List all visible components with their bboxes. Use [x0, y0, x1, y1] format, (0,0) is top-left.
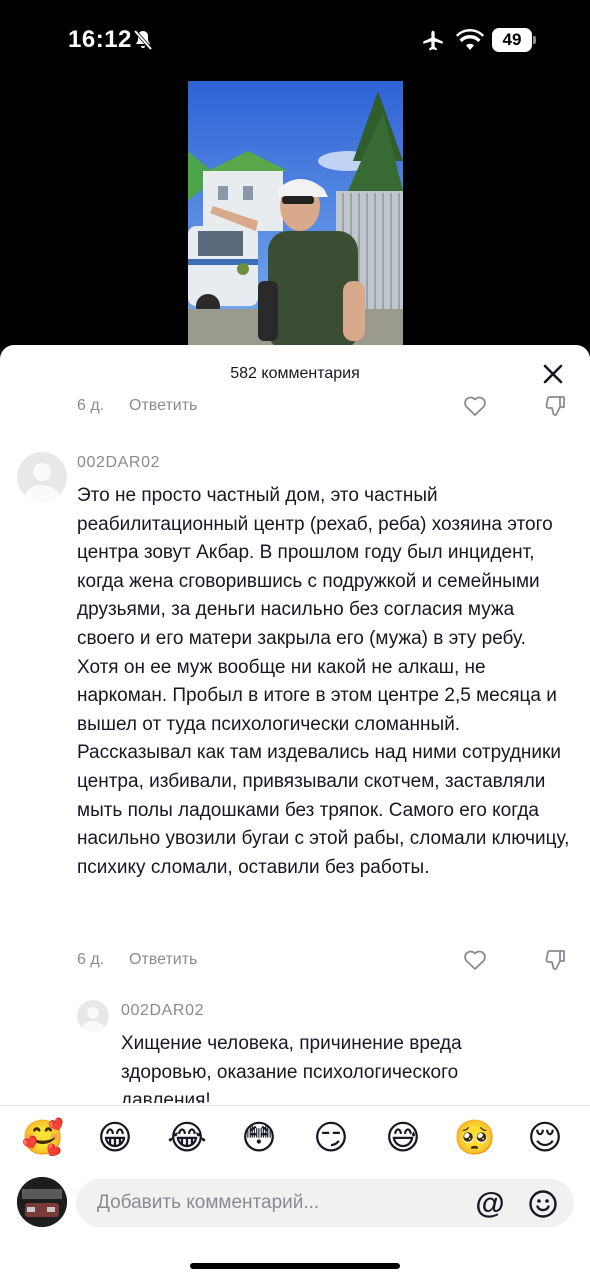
mention-icon[interactable]: @ [474, 1189, 506, 1221]
video-scene [188, 81, 403, 351]
comment-list[interactable]: 6 д. Ответить 002DAR02 Это не просто час… [0, 393, 590, 1103]
reply-button[interactable]: Ответить [129, 951, 197, 969]
heart-icon[interactable] [462, 393, 488, 419]
emoji-button[interactable]: 🥺 [452, 1115, 498, 1161]
comment-item: 002DAR02 Это не просто частный дом, это … [0, 449, 590, 989]
emoji-button[interactable]: 😏 [308, 1115, 354, 1161]
default-avatar-icon [25, 463, 59, 502]
video-thumbnail[interactable] [188, 81, 403, 351]
status-time: 16:12 [68, 26, 132, 53]
airplane-icon [423, 30, 443, 51]
comment-count-title: 582 комментария [230, 365, 360, 382]
divider [0, 1105, 590, 1106]
comment-username[interactable]: 002DAR02 [77, 454, 160, 472]
emoji-button[interactable]: 😅 [380, 1115, 426, 1161]
home-indicator [190, 1263, 400, 1269]
smiley-icon[interactable] [528, 1189, 558, 1219]
emoji-button[interactable]: 😁 [92, 1115, 138, 1161]
comment-date: 6 д. [77, 951, 105, 968]
user-avatar[interactable] [77, 1000, 109, 1032]
comment-text: Это не просто частный дом, это частный р… [77, 485, 570, 878]
my-avatar[interactable] [17, 1177, 67, 1227]
battery-level: 49 [492, 28, 532, 52]
emoji-button[interactable]: 🥰 [20, 1115, 66, 1161]
comment-username[interactable]: 002DAR02 [121, 1002, 204, 1020]
status-bar: 16:12 49 [0, 0, 590, 80]
default-avatar-icon [82, 1007, 104, 1032]
close-icon[interactable] [538, 359, 568, 389]
wifi-icon [456, 29, 484, 50]
comment-text: Хищение человека, причинение вреда здоро… [121, 1033, 462, 1103]
reply-button[interactable]: Ответить [129, 397, 197, 415]
comment-sheet: 582 комментария 6 д. Ответить 002DAR02 Э… [0, 345, 590, 1280]
dislike-icon[interactable] [543, 947, 569, 973]
comment-compose: @ [0, 1175, 590, 1235]
emoji-button[interactable]: 😌 [522, 1115, 568, 1161]
user-avatar[interactable] [17, 452, 67, 502]
emoji-quick-bar: 🥰 😁 😂 😳 😏 😅 🥺 😌 [0, 1115, 590, 1165]
battery-tip [533, 36, 536, 44]
reply-item: 002DAR02 Хищение человека, причинение вр… [0, 997, 590, 1103]
mute-icon [133, 29, 153, 51]
dislike-icon[interactable] [543, 393, 569, 419]
emoji-button[interactable]: 😳 [236, 1115, 282, 1161]
comment-meta: 6 д. Ответить [77, 395, 577, 419]
my-avatar-image [17, 1177, 67, 1227]
battery-icon: 49 [492, 28, 536, 52]
comment-meta: 6 д. Ответить [77, 949, 577, 973]
comment-date: 6 д. [77, 397, 105, 414]
heart-icon[interactable] [462, 947, 488, 973]
emoji-button[interactable]: 😂 [164, 1115, 210, 1161]
